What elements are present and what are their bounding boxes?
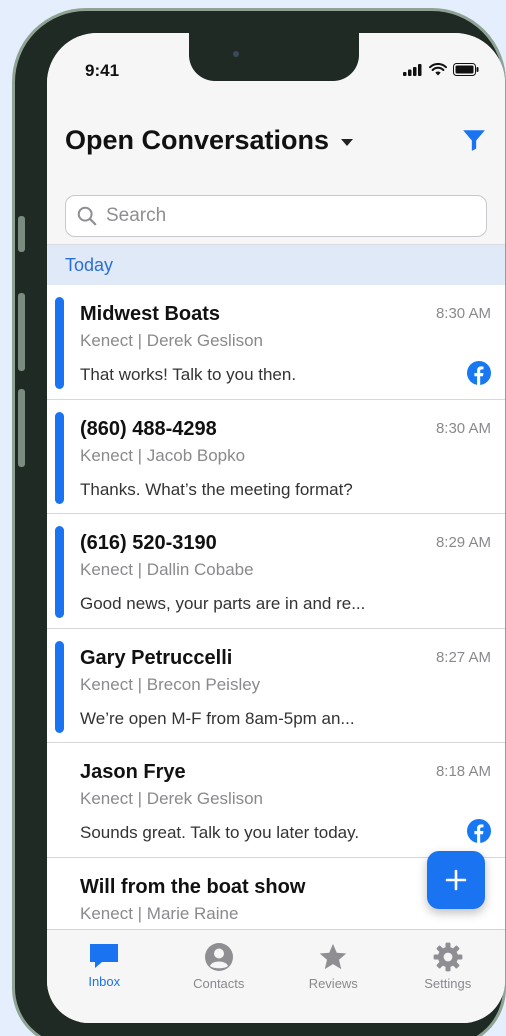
contact-name: Gary Petruccelli	[80, 646, 233, 669]
conversation-subtitle: Kenect | Derek Geslison	[80, 331, 263, 350]
tab-inbox[interactable]: Inbox	[47, 930, 162, 1023]
tab-label: Reviews	[308, 976, 358, 991]
wifi-icon	[429, 63, 447, 76]
search-placeholder: Search	[106, 205, 167, 226]
battery-icon	[453, 63, 479, 76]
message-preview: Thanks. What’s the meeting format?	[80, 479, 353, 499]
conversation-subtitle: Kenect | Dallin Cobabe	[80, 560, 254, 579]
new-conversation-button[interactable]	[427, 851, 485, 909]
facebook-icon	[467, 361, 491, 385]
unread-indicator	[55, 526, 64, 618]
tab-label: Settings	[424, 976, 472, 991]
phone-volume-down	[18, 389, 25, 467]
contact-name: Will from the boat show	[80, 875, 306, 898]
message-preview: Sounds great. Talk to you later today.	[80, 823, 360, 842]
inbox-icon	[90, 944, 119, 968]
contact-name: Midwest Boats	[80, 303, 221, 325]
search-input[interactable]: Search	[65, 195, 487, 237]
facebook-icon	[467, 819, 491, 843]
unread-indicator	[55, 411, 64, 504]
conversation-subtitle: Kenect | Marie Raine	[80, 903, 239, 923]
conversation-time: 8:30 AM	[435, 419, 491, 437]
conversation-row[interactable]: (860) 488-4298 Kenect | Jacob Bopko 8:30…	[47, 399, 505, 514]
conversation-subtitle: Kenect | Derek Geslison	[80, 789, 263, 808]
message-preview: Good news, your parts are in and re...	[80, 594, 366, 613]
conversation-subtitle: Kenect | Jacob Bopko	[80, 445, 246, 465]
conversation-row[interactable]: Jason Frye Kenect | Derek Geslison 8:18 …	[47, 743, 505, 858]
contact-icon	[204, 943, 233, 971]
chevron-down-icon	[341, 139, 354, 146]
contact-name: (616) 520-3190	[80, 532, 217, 554]
conversation-time: 8:27 AM	[435, 648, 491, 666]
contact-name: (860) 488-4298	[80, 417, 217, 440]
star-icon	[320, 943, 347, 970]
page-title: Open Conversations	[65, 125, 330, 155]
tab-label: Inbox	[88, 974, 121, 989]
gear-icon	[433, 942, 463, 972]
app-screen: 9:41 Open Conversations Search Today Mid…	[47, 33, 505, 1023]
unread-indicator	[55, 297, 64, 389]
section-label: Today	[65, 255, 114, 275]
message-preview: We’re open M-F from 8am-5pm an...	[80, 708, 355, 728]
title-dropdown[interactable]: Open Conversations	[65, 125, 354, 156]
conversation-time: 8:30 AM	[435, 305, 491, 322]
phone-mute-switch	[18, 216, 25, 252]
conversation-time: 8:29 AM	[435, 534, 491, 551]
contact-name: Jason Frye	[80, 761, 186, 783]
tab-label: Contacts	[193, 976, 245, 991]
conversation-row[interactable]: Midwest Boats Kenect | Derek Geslison 8:…	[47, 285, 505, 400]
tab-settings[interactable]: Settings	[391, 930, 506, 1023]
conversations-header: Open Conversations Search	[47, 103, 505, 245]
tab-reviews[interactable]: Reviews	[276, 930, 391, 1023]
filter-icon[interactable]	[461, 127, 487, 153]
status-time: 9:41	[85, 61, 120, 80]
conversation-subtitle: Kenect | Brecon Peisley	[80, 674, 261, 694]
phone-notch	[189, 33, 359, 81]
section-header-today: Today	[47, 245, 505, 285]
conversation-row[interactable]: (616) 520-3190 Kenect | Dallin Cobabe 8:…	[47, 514, 505, 629]
message-preview: That works! Talk to you then.	[80, 365, 297, 384]
search-icon	[77, 206, 97, 226]
phone-frame: 9:41 Open Conversations Search Today Mid…	[12, 8, 506, 1036]
tab-contacts[interactable]: Contacts	[162, 930, 277, 1023]
unread-indicator	[55, 640, 64, 733]
conversation-row[interactable]: Gary Petruccelli Kenect | Brecon Peisley…	[47, 628, 505, 743]
tab-bar: Inbox Contacts Reviews Settings	[47, 929, 505, 1023]
plus-icon	[445, 869, 467, 891]
phone-volume-up	[18, 293, 25, 371]
conversation-time: 8:18 AM	[435, 763, 491, 780]
cellular-signal-icon	[403, 63, 422, 76]
